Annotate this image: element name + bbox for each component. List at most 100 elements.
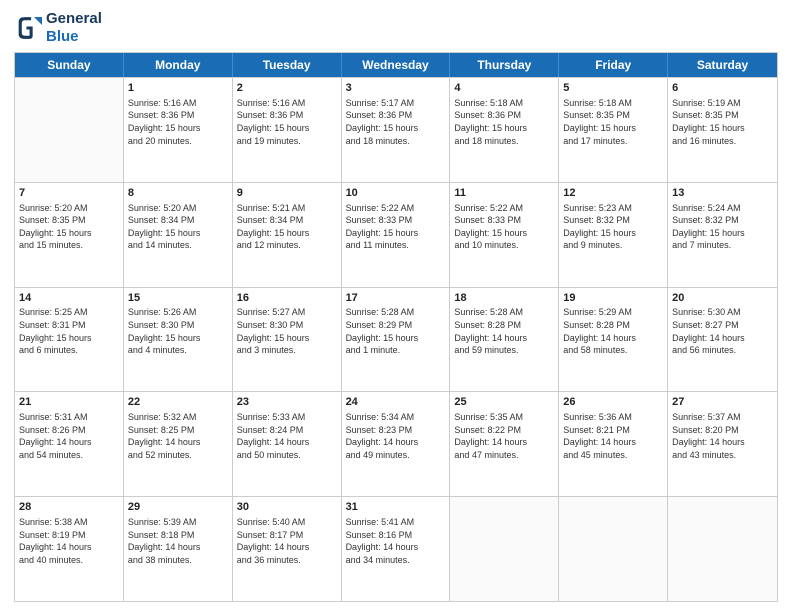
- calendar-body: 1Sunrise: 5:16 AM Sunset: 8:36 PM Daylig…: [15, 77, 777, 601]
- calendar-cell: 11Sunrise: 5:22 AM Sunset: 8:33 PM Dayli…: [450, 183, 559, 287]
- weekday-header-wednesday: Wednesday: [342, 53, 451, 77]
- calendar-cell: 25Sunrise: 5:35 AM Sunset: 8:22 PM Dayli…: [450, 392, 559, 496]
- cell-text: Sunrise: 5:37 AM Sunset: 8:20 PM Dayligh…: [672, 411, 773, 461]
- cell-text: Sunrise: 5:23 AM Sunset: 8:32 PM Dayligh…: [563, 202, 663, 252]
- calendar-cell: 21Sunrise: 5:31 AM Sunset: 8:26 PM Dayli…: [15, 392, 124, 496]
- page: General Blue SundayMondayTuesdayWednesda…: [0, 0, 792, 612]
- calendar-cell: 27Sunrise: 5:37 AM Sunset: 8:20 PM Dayli…: [668, 392, 777, 496]
- calendar-cell: 17Sunrise: 5:28 AM Sunset: 8:29 PM Dayli…: [342, 288, 451, 392]
- calendar-cell: 23Sunrise: 5:33 AM Sunset: 8:24 PM Dayli…: [233, 392, 342, 496]
- cell-text: Sunrise: 5:18 AM Sunset: 8:35 PM Dayligh…: [563, 97, 663, 147]
- cell-text: Sunrise: 5:34 AM Sunset: 8:23 PM Dayligh…: [346, 411, 446, 461]
- cell-text: Sunrise: 5:22 AM Sunset: 8:33 PM Dayligh…: [454, 202, 554, 252]
- calendar-cell: 3Sunrise: 5:17 AM Sunset: 8:36 PM Daylig…: [342, 78, 451, 182]
- weekday-header-monday: Monday: [124, 53, 233, 77]
- day-number: 12: [563, 186, 663, 201]
- cell-text: Sunrise: 5:33 AM Sunset: 8:24 PM Dayligh…: [237, 411, 337, 461]
- calendar-cell: 19Sunrise: 5:29 AM Sunset: 8:28 PM Dayli…: [559, 288, 668, 392]
- calendar-cell: 22Sunrise: 5:32 AM Sunset: 8:25 PM Dayli…: [124, 392, 233, 496]
- cell-text: Sunrise: 5:27 AM Sunset: 8:30 PM Dayligh…: [237, 306, 337, 356]
- day-number: 22: [128, 395, 228, 410]
- logo-text: General Blue: [46, 10, 102, 46]
- calendar-row-5: 28Sunrise: 5:38 AM Sunset: 8:19 PM Dayli…: [15, 496, 777, 601]
- calendar-cell: 7Sunrise: 5:20 AM Sunset: 8:35 PM Daylig…: [15, 183, 124, 287]
- cell-text: Sunrise: 5:22 AM Sunset: 8:33 PM Dayligh…: [346, 202, 446, 252]
- calendar-cell: 9Sunrise: 5:21 AM Sunset: 8:34 PM Daylig…: [233, 183, 342, 287]
- cell-text: Sunrise: 5:16 AM Sunset: 8:36 PM Dayligh…: [237, 97, 337, 147]
- calendar-cell: 5Sunrise: 5:18 AM Sunset: 8:35 PM Daylig…: [559, 78, 668, 182]
- calendar-cell: 14Sunrise: 5:25 AM Sunset: 8:31 PM Dayli…: [15, 288, 124, 392]
- weekday-header-saturday: Saturday: [668, 53, 777, 77]
- logo: General Blue: [14, 10, 102, 46]
- calendar-cell: 24Sunrise: 5:34 AM Sunset: 8:23 PM Dayli…: [342, 392, 451, 496]
- day-number: 21: [19, 395, 119, 410]
- calendar-row-2: 7Sunrise: 5:20 AM Sunset: 8:35 PM Daylig…: [15, 182, 777, 287]
- day-number: 25: [454, 395, 554, 410]
- weekday-header-friday: Friday: [559, 53, 668, 77]
- day-number: 14: [19, 291, 119, 306]
- calendar-header: SundayMondayTuesdayWednesdayThursdayFrid…: [15, 53, 777, 77]
- day-number: 2: [237, 81, 337, 96]
- cell-text: Sunrise: 5:18 AM Sunset: 8:36 PM Dayligh…: [454, 97, 554, 147]
- day-number: 5: [563, 81, 663, 96]
- day-number: 3: [346, 81, 446, 96]
- day-number: 8: [128, 186, 228, 201]
- day-number: 13: [672, 186, 773, 201]
- calendar-cell: 26Sunrise: 5:36 AM Sunset: 8:21 PM Dayli…: [559, 392, 668, 496]
- logo-icon: [14, 14, 42, 42]
- cell-text: Sunrise: 5:31 AM Sunset: 8:26 PM Dayligh…: [19, 411, 119, 461]
- cell-text: Sunrise: 5:26 AM Sunset: 8:30 PM Dayligh…: [128, 306, 228, 356]
- day-number: 23: [237, 395, 337, 410]
- cell-text: Sunrise: 5:30 AM Sunset: 8:27 PM Dayligh…: [672, 306, 773, 356]
- calendar-cell: 13Sunrise: 5:24 AM Sunset: 8:32 PM Dayli…: [668, 183, 777, 287]
- day-number: 11: [454, 186, 554, 201]
- cell-text: Sunrise: 5:36 AM Sunset: 8:21 PM Dayligh…: [563, 411, 663, 461]
- cell-text: Sunrise: 5:19 AM Sunset: 8:35 PM Dayligh…: [672, 97, 773, 147]
- calendar-cell: 1Sunrise: 5:16 AM Sunset: 8:36 PM Daylig…: [124, 78, 233, 182]
- calendar-cell: 8Sunrise: 5:20 AM Sunset: 8:34 PM Daylig…: [124, 183, 233, 287]
- cell-text: Sunrise: 5:21 AM Sunset: 8:34 PM Dayligh…: [237, 202, 337, 252]
- cell-text: Sunrise: 5:16 AM Sunset: 8:36 PM Dayligh…: [128, 97, 228, 147]
- calendar-cell: [559, 497, 668, 601]
- day-number: 30: [237, 500, 337, 515]
- day-number: 20: [672, 291, 773, 306]
- cell-text: Sunrise: 5:17 AM Sunset: 8:36 PM Dayligh…: [346, 97, 446, 147]
- calendar: SundayMondayTuesdayWednesdayThursdayFrid…: [14, 52, 778, 602]
- day-number: 10: [346, 186, 446, 201]
- day-number: 4: [454, 81, 554, 96]
- day-number: 9: [237, 186, 337, 201]
- calendar-cell: 12Sunrise: 5:23 AM Sunset: 8:32 PM Dayli…: [559, 183, 668, 287]
- calendar-cell: 31Sunrise: 5:41 AM Sunset: 8:16 PM Dayli…: [342, 497, 451, 601]
- cell-text: Sunrise: 5:40 AM Sunset: 8:17 PM Dayligh…: [237, 516, 337, 566]
- weekday-header-thursday: Thursday: [450, 53, 559, 77]
- weekday-header-sunday: Sunday: [15, 53, 124, 77]
- day-number: 27: [672, 395, 773, 410]
- cell-text: Sunrise: 5:28 AM Sunset: 8:29 PM Dayligh…: [346, 306, 446, 356]
- calendar-cell: 15Sunrise: 5:26 AM Sunset: 8:30 PM Dayli…: [124, 288, 233, 392]
- calendar-cell: 20Sunrise: 5:30 AM Sunset: 8:27 PM Dayli…: [668, 288, 777, 392]
- cell-text: Sunrise: 5:20 AM Sunset: 8:34 PM Dayligh…: [128, 202, 228, 252]
- calendar-cell: 4Sunrise: 5:18 AM Sunset: 8:36 PM Daylig…: [450, 78, 559, 182]
- cell-text: Sunrise: 5:20 AM Sunset: 8:35 PM Dayligh…: [19, 202, 119, 252]
- calendar-cell: 29Sunrise: 5:39 AM Sunset: 8:18 PM Dayli…: [124, 497, 233, 601]
- cell-text: Sunrise: 5:29 AM Sunset: 8:28 PM Dayligh…: [563, 306, 663, 356]
- day-number: 26: [563, 395, 663, 410]
- calendar-cell: 28Sunrise: 5:38 AM Sunset: 8:19 PM Dayli…: [15, 497, 124, 601]
- calendar-row-1: 1Sunrise: 5:16 AM Sunset: 8:36 PM Daylig…: [15, 77, 777, 182]
- calendar-cell: 2Sunrise: 5:16 AM Sunset: 8:36 PM Daylig…: [233, 78, 342, 182]
- day-number: 1: [128, 81, 228, 96]
- calendar-cell: 30Sunrise: 5:40 AM Sunset: 8:17 PM Dayli…: [233, 497, 342, 601]
- day-number: 6: [672, 81, 773, 96]
- day-number: 17: [346, 291, 446, 306]
- cell-text: Sunrise: 5:41 AM Sunset: 8:16 PM Dayligh…: [346, 516, 446, 566]
- calendar-cell: [450, 497, 559, 601]
- weekday-header-tuesday: Tuesday: [233, 53, 342, 77]
- calendar-cell: 18Sunrise: 5:28 AM Sunset: 8:28 PM Dayli…: [450, 288, 559, 392]
- cell-text: Sunrise: 5:39 AM Sunset: 8:18 PM Dayligh…: [128, 516, 228, 566]
- day-number: 24: [346, 395, 446, 410]
- calendar-cell: [15, 78, 124, 182]
- cell-text: Sunrise: 5:32 AM Sunset: 8:25 PM Dayligh…: [128, 411, 228, 461]
- cell-text: Sunrise: 5:25 AM Sunset: 8:31 PM Dayligh…: [19, 306, 119, 356]
- calendar-cell: [668, 497, 777, 601]
- day-number: 18: [454, 291, 554, 306]
